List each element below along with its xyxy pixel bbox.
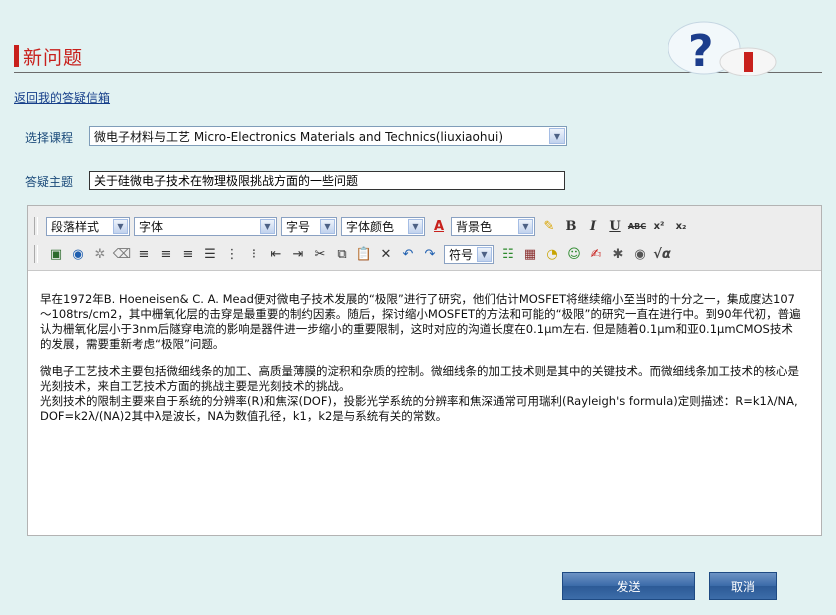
bold-icon[interactable]: B [561,216,581,236]
chevron-down-icon[interactable]: ▼ [408,218,423,234]
cancel-button[interactable]: 取消 [709,572,777,600]
background-color-select[interactable]: 背景色 ▼ [451,216,535,236]
paragraph-style-select[interactable]: 段落样式 ▼ [46,216,130,236]
horizontal-rule-icon[interactable]: ☷ [498,244,518,264]
send-button[interactable]: 发送 [562,572,695,600]
ordered-list-icon[interactable]: ⋮ [222,244,242,264]
editor-toolbar: 段落样式 ▼ 字体 ▼ 字号 ▼ 字体颜色 ▼ A 背景色 ▼ ✎ B I U … [28,206,821,271]
delete-icon[interactable]: ✕ [376,244,396,264]
insert-link-icon[interactable]: ◉ [68,244,88,264]
insert-flash-icon[interactable]: ◉ [630,244,650,264]
align-justify-icon[interactable]: ☰ [200,244,220,264]
page-title-bar: 新问题 [14,45,84,69]
font-size-select[interactable]: 字号 ▼ [281,216,337,236]
chevron-down-icon[interactable]: ▼ [113,218,128,234]
page-title: 新问题 [23,46,84,69]
insert-special-icon[interactable]: ✍ [586,244,606,264]
title-accent-bar [14,45,19,67]
cut-icon[interactable]: ✂ [310,244,330,264]
symbol-label: 符号 [449,247,474,262]
redo-icon[interactable]: ↷ [420,244,440,264]
toolbar-grip [34,245,38,263]
insert-media-icon[interactable]: ✱ [608,244,628,264]
font-color-select[interactable]: 字体颜色 ▼ [341,216,425,236]
align-center-icon[interactable]: ≡ [156,244,176,264]
insert-smiley-icon[interactable]: ☺ [564,244,584,264]
indent-icon[interactable]: ⇥ [288,244,308,264]
font-family-select[interactable]: 字体 ▼ [134,216,277,236]
toolbar-row-2: ▣ ◉ ✲ ⌫ ≡ ≡ ≡ ☰ ⋮ ⁝ ⇤ ⇥ ✂ ⧉ 📋 ✕ ↶ ↷ 符号 ▼… [34,243,674,265]
unordered-list-icon[interactable]: ⁝ [244,244,264,264]
paste-icon[interactable]: 📋 [354,244,374,264]
toolbar-grip [34,217,38,235]
back-to-inbox-link[interactable]: 返回我的答疑信箱 [14,89,110,106]
background-color-label: 背景色 [456,219,493,234]
chevron-down-icon[interactable]: ▼ [320,218,335,234]
font-color-icon[interactable]: A [429,216,449,236]
underline-icon[interactable]: U [605,216,625,236]
svg-text:?: ? [688,26,714,76]
insert-table-icon[interactable]: ▦ [520,244,540,264]
chevron-down-icon[interactable]: ▼ [260,218,275,234]
font-color-label: 字体颜色 [346,219,395,234]
insert-image-icon[interactable]: ▣ [46,244,66,264]
editor-paragraph: 早在1972年B. Hoeneisen& C. A. Mead便对微电子技术发展… [40,292,801,351]
font-family-label: 字体 [139,219,164,234]
subscript-icon[interactable]: x₂ [671,216,691,236]
outdent-icon[interactable]: ⇤ [266,244,286,264]
eraser-icon[interactable]: ⌫ [112,244,132,264]
insert-time-icon[interactable]: ◔ [542,244,562,264]
question-mark-logo: ? [668,21,777,76]
insert-formula-icon[interactable]: √α [652,244,672,264]
undo-icon[interactable]: ↶ [398,244,418,264]
copy-icon[interactable]: ⧉ [332,244,352,264]
align-right-icon[interactable]: ≡ [178,244,198,264]
toolbar-row-1: 段落样式 ▼ 字体 ▼ 字号 ▼ 字体颜色 ▼ A 背景色 ▼ ✎ B I U … [34,215,693,237]
font-size-label: 字号 [286,219,311,234]
course-select[interactable]: 微电子材料与工艺 Micro-Electronics Materials and… [89,126,567,146]
chevron-down-icon[interactable]: ▼ [518,218,533,234]
subject-label: 答疑主题 [25,175,74,189]
strikethrough-icon[interactable]: ABC [627,216,647,236]
align-left-icon[interactable]: ≡ [134,244,154,264]
course-select-value: 微电子材料与工艺 Micro-Electronics Materials and… [94,129,504,144]
editor-content[interactable]: 早在1972年B. Hoeneisen& C. A. Mead便对微电子技术发展… [40,292,804,436]
editor-paragraph: 微电子工艺技术主要包括微细线条的加工、高质量薄膜的淀积和杂质的控制。微细线条的加… [40,364,799,423]
highlighter-icon[interactable]: ✎ [539,216,559,236]
course-label: 选择课程 [25,131,74,145]
symbol-select[interactable]: 符号 ▼ [444,244,494,264]
subject-input[interactable] [89,171,565,190]
superscript-icon[interactable]: x² [649,216,669,236]
remove-link-icon[interactable]: ✲ [90,244,110,264]
chevron-down-icon[interactable]: ▼ [549,128,565,144]
chevron-down-icon[interactable]: ▼ [477,246,492,262]
paragraph-style-label: 段落样式 [51,219,100,234]
rich-text-editor: 段落样式 ▼ 字体 ▼ 字号 ▼ 字体颜色 ▼ A 背景色 ▼ ✎ B I U … [27,205,822,536]
italic-icon[interactable]: I [583,216,603,236]
